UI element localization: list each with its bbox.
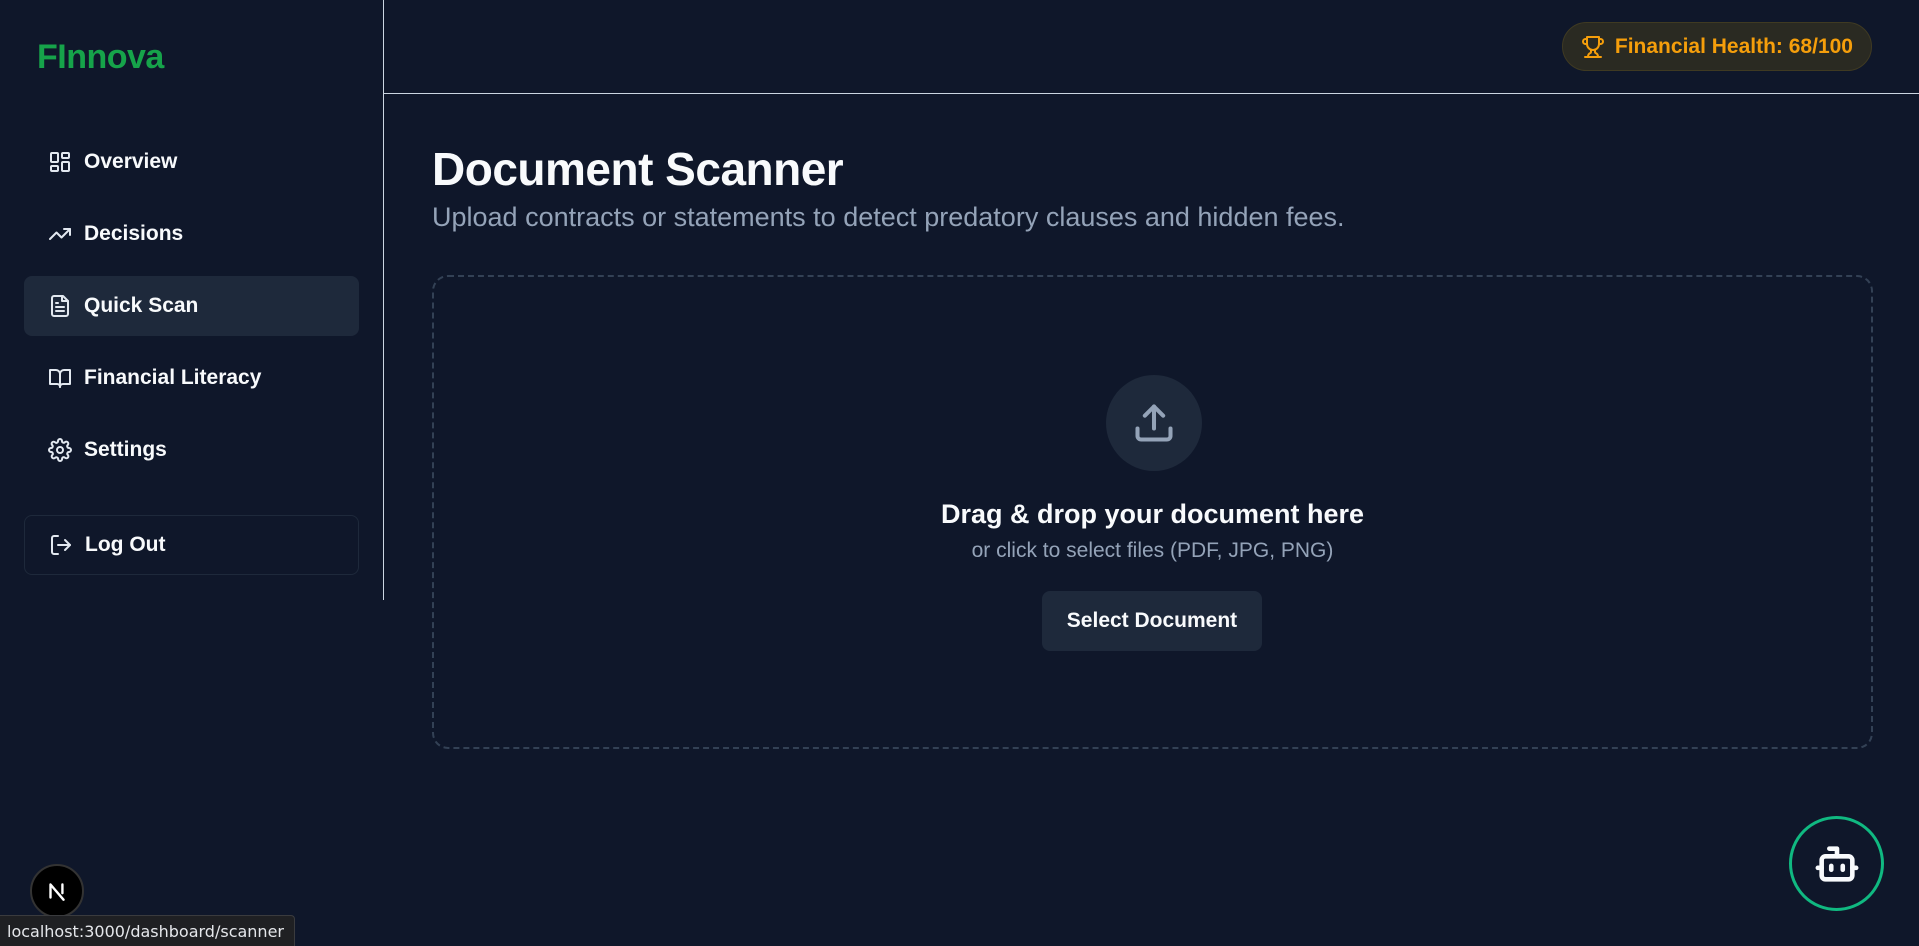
page-title: Document Scanner	[432, 143, 844, 195]
sidebar-item-label: Overview	[84, 150, 178, 173]
sidebar-item-quick-scan[interactable]: Quick Scan	[24, 276, 359, 336]
select-document-button[interactable]: Select Document	[1042, 591, 1262, 651]
log-out-icon	[49, 533, 73, 557]
sidebar-item-decisions[interactable]: Decisions	[24, 204, 359, 264]
brand-logo[interactable]: FInnova	[37, 38, 164, 77]
dropzone-subtitle: or click to select files (PDF, JPG, PNG)	[971, 539, 1334, 562]
sidebar: FInnova Overview Decisions Quick Scan Fi…	[0, 0, 384, 600]
logout-button[interactable]: Log Out	[24, 515, 359, 575]
sidebar-item-label: Financial Literacy	[84, 366, 262, 389]
financial-health-text: Financial Health: 68/100	[1614, 34, 1853, 58]
app-root: FInnova Overview Decisions Quick Scan Fi…	[0, 0, 1919, 946]
book-open-icon	[48, 366, 72, 390]
sidebar-item-settings[interactable]: Settings	[24, 420, 359, 480]
chatbot-button[interactable]	[1789, 816, 1884, 911]
layout-dashboard-icon	[48, 150, 72, 174]
sidebar-nav: Overview Decisions Quick Scan Financial …	[24, 132, 359, 492]
top-header: Financial Health: 68/100	[384, 0, 1919, 94]
bot-icon	[1815, 845, 1858, 882]
dropzone-title: Drag & drop your document here	[940, 499, 1365, 529]
sidebar-item-financial-literacy[interactable]: Financial Literacy	[24, 348, 359, 408]
upload-icon	[1135, 404, 1173, 442]
logout-label: Log Out	[85, 533, 166, 556]
financial-health-badge[interactable]: Financial Health: 68/100	[1561, 22, 1872, 71]
trophy-icon	[1581, 35, 1605, 59]
nextjs-icon	[49, 883, 65, 901]
trending-up-icon	[48, 222, 72, 246]
nextjs-dev-indicator[interactable]	[30, 864, 84, 918]
page-subtitle: Upload contracts or statements to detect…	[432, 202, 1345, 232]
sidebar-item-label: Settings	[84, 438, 167, 461]
status-bar-url: localhost:3000/dashboard/scanner	[0, 915, 295, 946]
upload-icon-circle	[1106, 375, 1202, 471]
sidebar-item-overview[interactable]: Overview	[24, 132, 359, 192]
sidebar-item-label: Decisions	[84, 222, 184, 245]
sidebar-item-label: Quick Scan	[84, 294, 199, 317]
document-dropzone[interactable]: Drag & drop your document here or click …	[432, 275, 1873, 749]
gear-icon	[48, 438, 72, 462]
file-text-icon	[48, 294, 72, 318]
